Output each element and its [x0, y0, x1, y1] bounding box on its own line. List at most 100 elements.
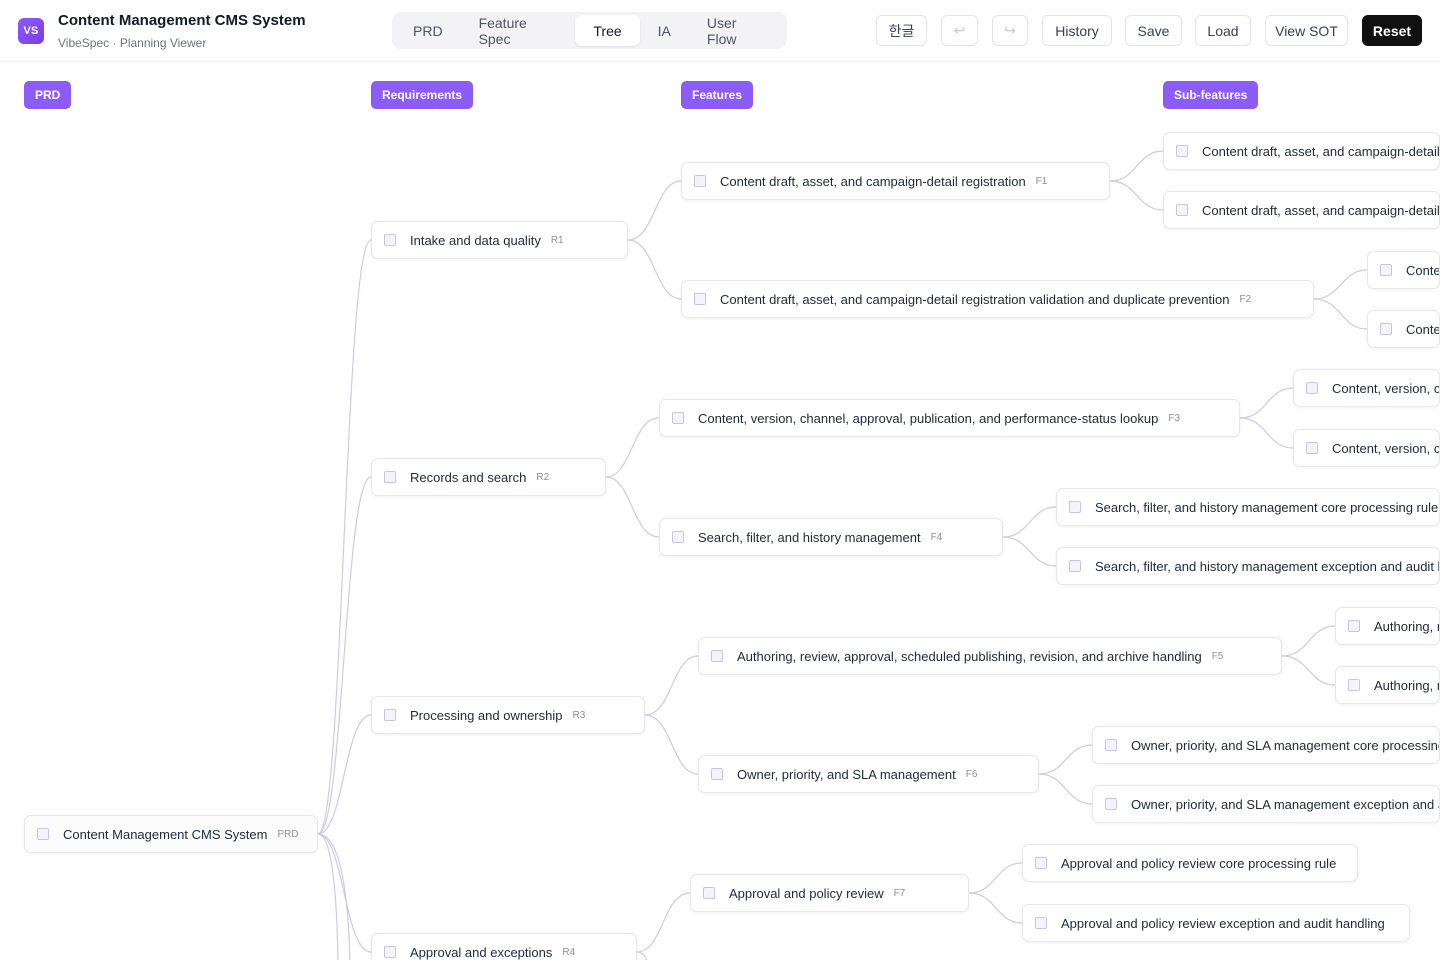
tab-ia[interactable]: IA: [640, 15, 689, 46]
node-label: Intake and data quality: [410, 232, 541, 248]
node-checkbox[interactable]: [711, 650, 723, 662]
tree-node-feature[interactable]: Content draft, asset, and campaign-detai…: [681, 280, 1314, 318]
node-checkbox[interactable]: [1069, 501, 1081, 513]
tree-node-feature[interactable]: Approval and policy review F7: [690, 874, 969, 912]
node-tag: F1: [1035, 175, 1048, 187]
node-checkbox[interactable]: [703, 887, 715, 899]
node-label: Approval and policy review exception and…: [1061, 915, 1385, 931]
tree-node-subfeature[interactable]: Search, filter, and history management c…: [1056, 488, 1440, 526]
node-label: Content Management CMS System: [63, 826, 268, 842]
node-label: Conter: [1406, 262, 1440, 278]
node-checkbox[interactable]: [1105, 739, 1117, 751]
node-checkbox[interactable]: [384, 946, 396, 958]
node-checkbox[interactable]: [384, 234, 396, 246]
node-tag: F4: [930, 531, 943, 543]
node-checkbox[interactable]: [1306, 382, 1318, 394]
node-checkbox[interactable]: [1069, 560, 1081, 572]
tab-feature-spec[interactable]: Feature Spec: [461, 15, 576, 47]
node-checkbox[interactable]: [694, 293, 706, 305]
node-label: Processing and ownership: [410, 707, 563, 723]
language-toggle-button[interactable]: 한글: [876, 15, 927, 46]
tree-node-subfeature[interactable]: Authoring, re: [1335, 607, 1440, 645]
node-checkbox[interactable]: [694, 175, 706, 187]
node-label: Approval and policy review core processi…: [1061, 855, 1337, 871]
node-tag: F7: [893, 887, 906, 899]
undo-icon[interactable]: ↩: [941, 15, 978, 46]
tree-node-subfeature[interactable]: Search, filter, and history management e…: [1056, 547, 1440, 585]
tree-node-subfeature[interactable]: Conter: [1367, 251, 1440, 289]
tree-node-feature[interactable]: Authoring, review, approval, scheduled p…: [698, 637, 1282, 675]
node-tag: R3: [572, 709, 586, 721]
node-checkbox[interactable]: [672, 412, 684, 424]
tree-node-subfeature[interactable]: Approval and policy review core processi…: [1022, 844, 1358, 882]
node-label: Conter: [1406, 321, 1440, 337]
load-button[interactable]: Load: [1195, 15, 1251, 46]
node-label: Content draft, asset, and campaign-detai…: [720, 173, 1026, 189]
node-tag: F2: [1239, 293, 1252, 305]
tree-node-subfeature[interactable]: Approval and policy review exception and…: [1022, 904, 1410, 942]
save-button[interactable]: Save: [1125, 15, 1182, 46]
tree-node-subfeature[interactable]: Content draft, asset, and campaign-detai…: [1163, 191, 1440, 229]
tree-node-feature[interactable]: Owner, priority, and SLA management F6: [698, 755, 1039, 793]
tab-tree[interactable]: Tree: [575, 15, 640, 46]
node-checkbox[interactable]: [384, 471, 396, 483]
node-checkbox[interactable]: [1176, 204, 1188, 216]
tree-node-subfeature[interactable]: Authoring, re: [1335, 666, 1440, 704]
tree-node-root[interactable]: Content Management CMS System PRD: [24, 815, 318, 853]
node-checkbox[interactable]: [37, 828, 49, 840]
node-checkbox[interactable]: [672, 531, 684, 543]
tree-node-requirement[interactable]: Approval and exceptions R4: [371, 933, 637, 960]
node-checkbox[interactable]: [1348, 679, 1360, 691]
node-label: Owner, priority, and SLA management core…: [1131, 737, 1440, 753]
tree-node-subfeature[interactable]: Owner, priority, and SLA management core…: [1092, 726, 1440, 764]
tree-node-subfeature[interactable]: Content, version, ch: [1293, 429, 1440, 467]
node-checkbox[interactable]: [1380, 264, 1392, 276]
column-header-prd: PRD: [24, 81, 72, 109]
node-label: Content draft, asset, and campaign-detai…: [1202, 202, 1440, 218]
node-checkbox[interactable]: [1176, 145, 1188, 157]
column-header-features: Features: [681, 81, 754, 109]
node-label: Approval and exceptions: [410, 944, 553, 960]
node-label: Search, filter, and history management: [698, 529, 921, 545]
node-label: Owner, priority, and SLA management: [737, 766, 956, 782]
node-label: Content draft, asset, and campaign-detai…: [1202, 143, 1440, 159]
node-checkbox[interactable]: [1035, 857, 1047, 869]
node-checkbox[interactable]: [711, 768, 723, 780]
node-label: Search, filter, and history management e…: [1095, 558, 1440, 574]
node-label: Owner, priority, and SLA management exce…: [1131, 796, 1440, 812]
tree-node-subfeature[interactable]: Conter: [1367, 310, 1440, 348]
tree-node-subfeature[interactable]: Content draft, asset, and campaign-detai…: [1163, 132, 1440, 170]
tree-node-feature[interactable]: Search, filter, and history management F…: [659, 518, 1003, 556]
node-checkbox[interactable]: [1380, 323, 1392, 335]
tree-node-requirement[interactable]: Records and search R2: [371, 458, 606, 496]
node-checkbox[interactable]: [1035, 917, 1047, 929]
history-button[interactable]: History: [1042, 15, 1112, 46]
view-tabs: PRD Feature Spec Tree IA User Flow: [392, 12, 787, 49]
tab-prd[interactable]: PRD: [395, 15, 461, 46]
node-label: Authoring, review, approval, scheduled p…: [737, 648, 1202, 664]
node-label: Content, version, ch: [1332, 380, 1440, 396]
node-label: Authoring, re: [1374, 677, 1439, 693]
node-checkbox[interactable]: [1306, 442, 1318, 454]
tree-node-subfeature[interactable]: Content, version, ch: [1293, 369, 1440, 407]
redo-icon[interactable]: ↪: [992, 15, 1028, 46]
tree-node-feature[interactable]: Content draft, asset, and campaign-detai…: [681, 162, 1110, 200]
node-label: Search, filter, and history management c…: [1095, 499, 1439, 515]
tree-node-requirement[interactable]: Processing and ownership R3: [371, 696, 645, 734]
node-checkbox[interactable]: [1348, 620, 1360, 632]
tree-node-requirement[interactable]: Intake and data quality R1: [371, 221, 628, 259]
node-checkbox[interactable]: [1105, 798, 1117, 810]
node-tag: PRD: [277, 828, 299, 840]
column-header-subfeatures: Sub-features: [1163, 81, 1259, 109]
app-header: VS Content Management CMS System VibeSpe…: [0, 0, 1440, 62]
tree-node-feature[interactable]: Content, version, channel, approval, pub…: [659, 399, 1240, 437]
node-label: Content, version, ch: [1332, 440, 1440, 456]
node-checkbox[interactable]: [384, 709, 396, 721]
tree-node-subfeature[interactable]: Owner, priority, and SLA management exce…: [1092, 785, 1440, 823]
reset-button[interactable]: Reset: [1362, 15, 1422, 46]
node-tag: F3: [1168, 412, 1181, 424]
view-sot-button[interactable]: View SOT: [1265, 15, 1348, 46]
app-title: Content Management CMS System: [58, 12, 306, 29]
app-subtitle: VibeSpec · Planning Viewer: [58, 36, 207, 50]
tab-user-flow[interactable]: User Flow: [689, 15, 784, 47]
